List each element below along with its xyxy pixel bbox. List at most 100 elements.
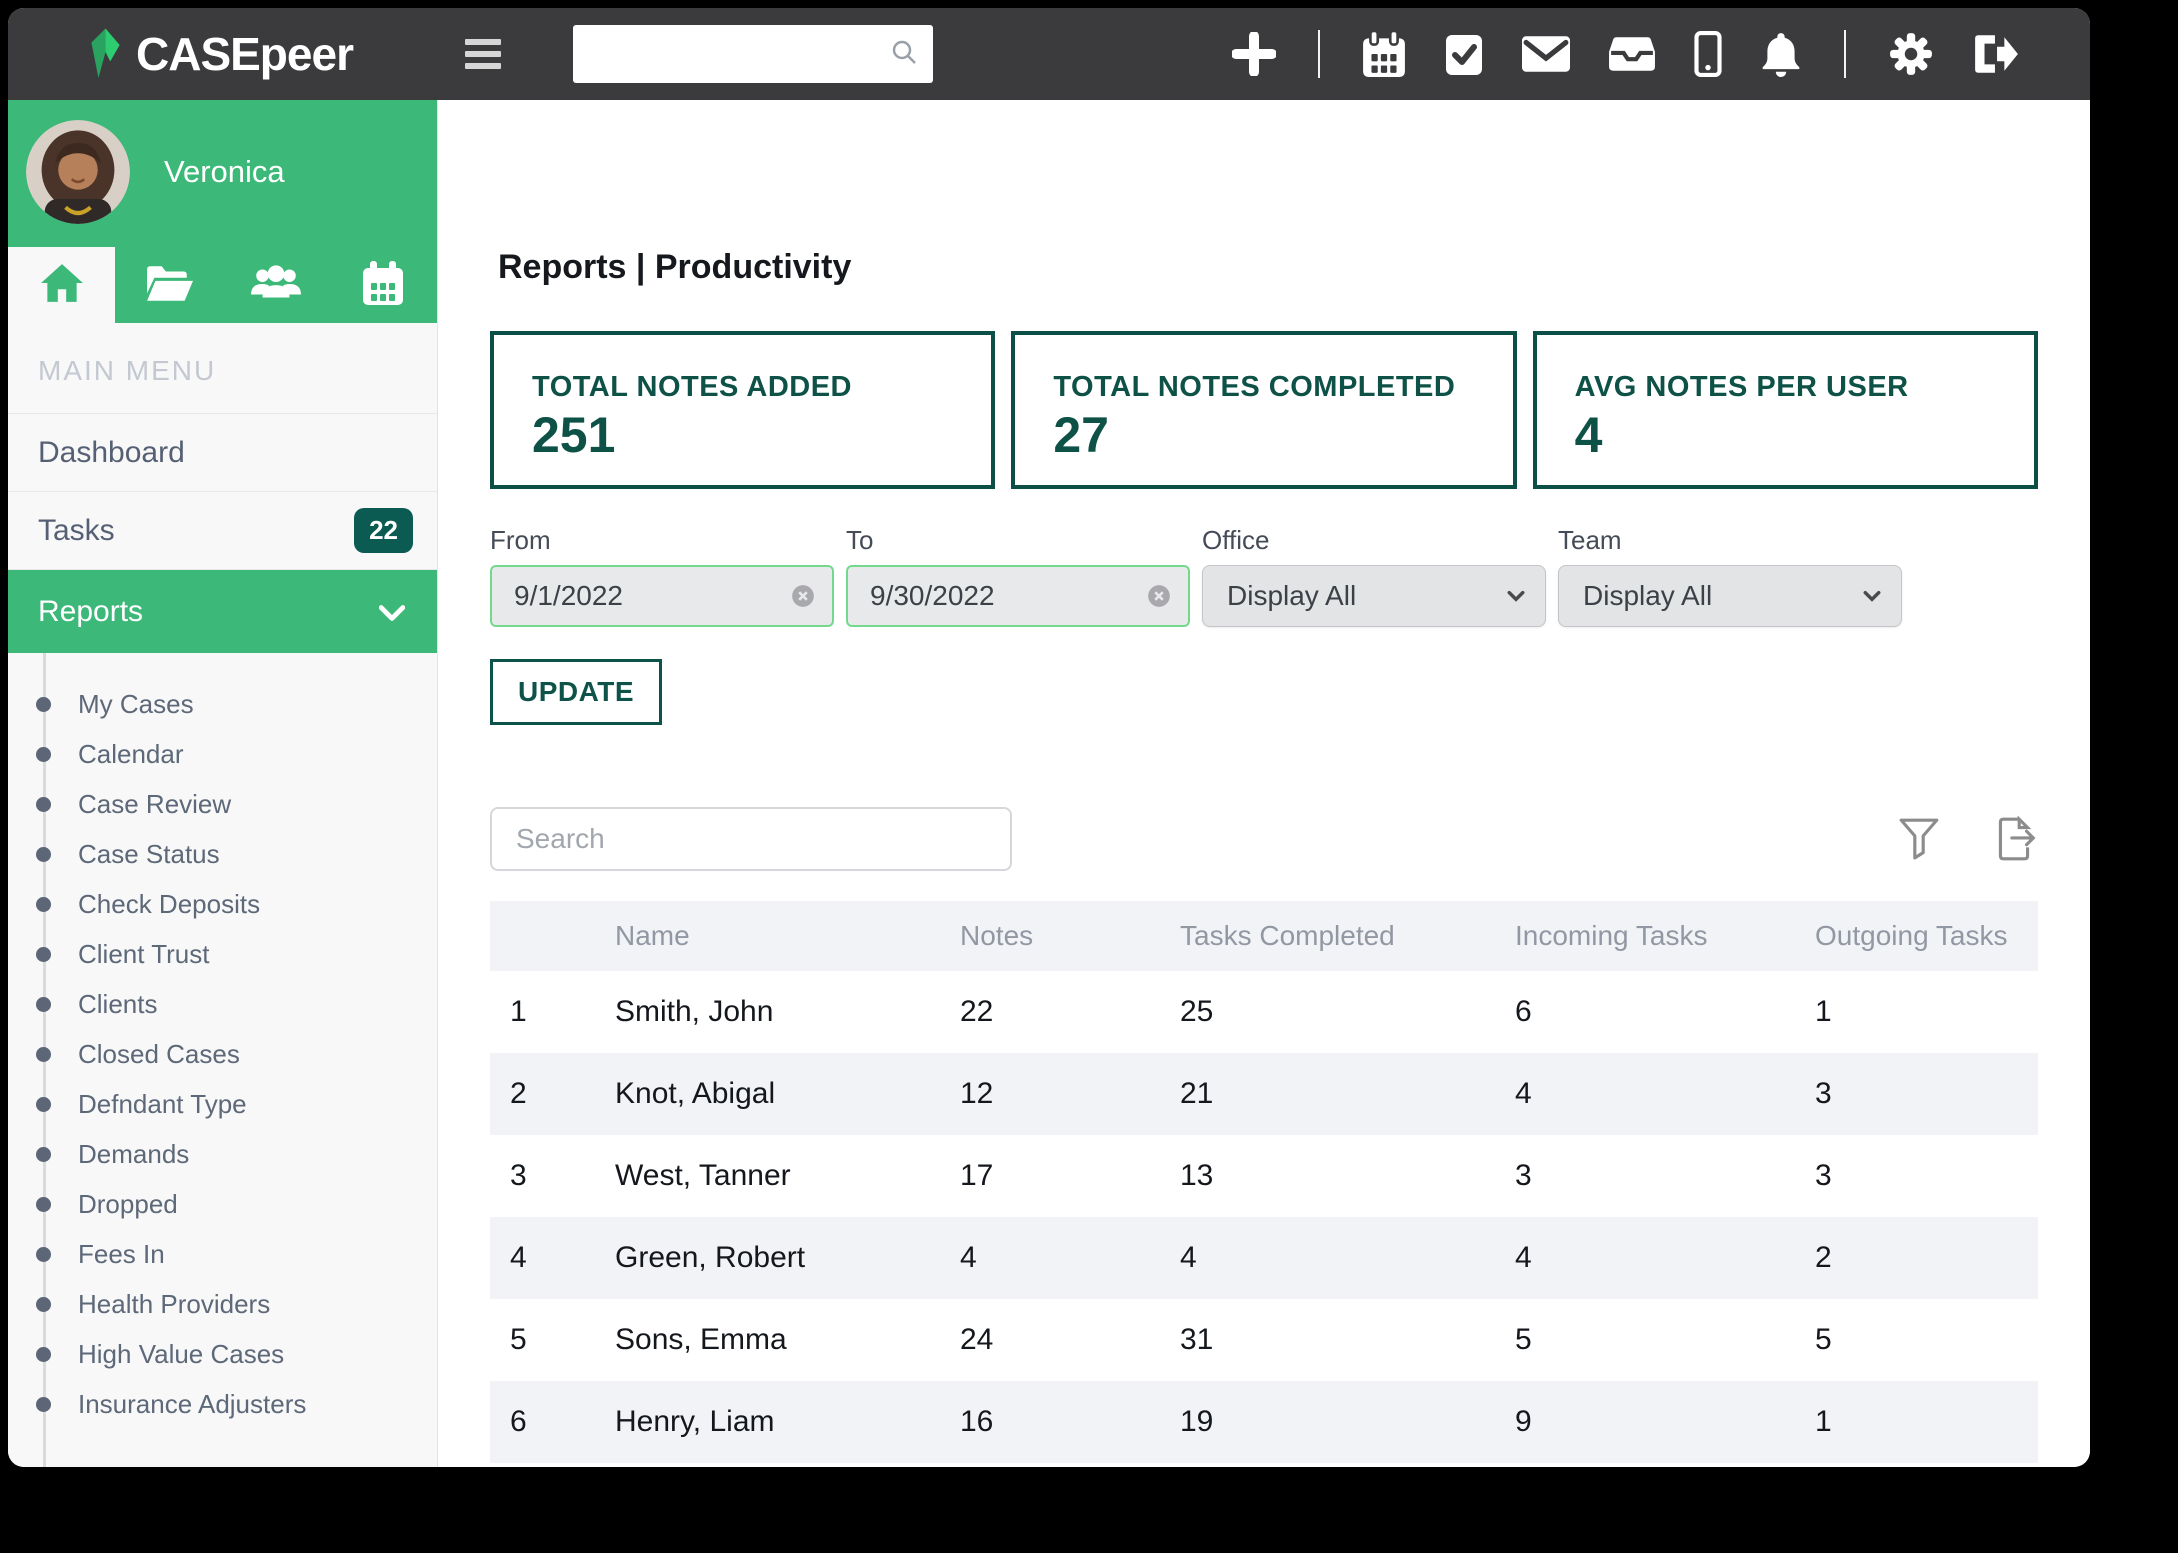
table-row: 1 Smith, John 22 25 6 1 xyxy=(490,971,2038,1053)
submenu-item-label: Closed Cases xyxy=(78,1039,240,1070)
reports-submenu-item[interactable]: Closed Cases xyxy=(8,1029,437,1079)
cell-outgoing-tasks: 1 xyxy=(1795,995,2038,1029)
logout-icon[interactable] xyxy=(1972,31,2020,77)
page-title: Reports | Productivity xyxy=(498,248,2038,287)
cell-outgoing-tasks: 2 xyxy=(1795,1241,2038,1275)
reports-submenu-item[interactable]: Client Trust xyxy=(8,929,437,979)
brand-gem-icon xyxy=(82,26,122,83)
cell-notes: 16 xyxy=(940,1405,1160,1439)
folder-open-icon xyxy=(145,264,193,307)
cell-rank: 3 xyxy=(490,1159,595,1193)
submenu-item-label: Calendar xyxy=(78,739,184,770)
update-button[interactable]: UPDATE xyxy=(490,659,662,725)
reports-submenu-item[interactable]: Calendar xyxy=(8,729,437,779)
reports-submenu-item[interactable]: Insurance Adjusters xyxy=(8,1379,437,1429)
tab-cases[interactable] xyxy=(115,247,222,323)
reports-submenu-item[interactable]: Case Status xyxy=(8,829,437,879)
reports-submenu-item[interactable]: Clients xyxy=(8,979,437,1029)
cell-name: West, Tanner xyxy=(595,1159,940,1193)
reports-submenu-item[interactable]: Health Providers xyxy=(8,1279,437,1329)
team-select-value: Display All xyxy=(1583,580,1712,612)
tasks-check-icon[interactable] xyxy=(1444,31,1484,77)
search-icon xyxy=(889,37,919,72)
cell-outgoing-tasks: 3 xyxy=(1795,1159,2038,1193)
office-select-value: Display All xyxy=(1227,580,1356,612)
tab-contacts[interactable] xyxy=(223,247,330,323)
submenu-item-label: Fees In xyxy=(78,1239,165,1270)
inbox-icon[interactable] xyxy=(1608,35,1656,73)
column-header[interactable]: Notes xyxy=(940,920,1160,952)
cell-incoming-tasks: 9 xyxy=(1495,1405,1795,1439)
app-window: CASEpeer xyxy=(8,8,2090,1467)
table-row: 2 Knot, Abigal 12 21 4 3 xyxy=(490,1053,2038,1135)
user-name: Veronica xyxy=(164,154,285,190)
mail-icon[interactable] xyxy=(1522,36,1570,72)
table-row: 5 Sons, Emma 24 31 5 5 xyxy=(490,1299,2038,1381)
settings-gear-icon[interactable] xyxy=(1888,31,1934,77)
stat-label: TOTAL NOTES ADDED xyxy=(532,371,991,404)
from-date-value: 9/1/2022 xyxy=(514,580,623,612)
user-avatar[interactable] xyxy=(26,120,130,224)
productivity-table: NameNotesTasks CompletedIncoming TasksOu… xyxy=(490,901,2038,1463)
from-date-input[interactable]: 9/1/2022 xyxy=(490,565,834,627)
hamburger-menu-icon[interactable] xyxy=(465,39,501,69)
reports-submenu: My Cases Calendar Case Review Case Statu… xyxy=(8,653,437,1467)
mobile-icon[interactable] xyxy=(1694,31,1722,77)
reports-submenu-item[interactable]: Fees In xyxy=(8,1229,437,1279)
reports-submenu-item[interactable]: Defndant Type xyxy=(8,1079,437,1129)
to-date-input[interactable]: 9/30/2022 xyxy=(846,565,1190,627)
clear-from-date-icon[interactable] xyxy=(790,583,816,609)
reports-submenu-item[interactable]: My Cases xyxy=(8,679,437,729)
sidebar-item-reports[interactable]: Reports xyxy=(8,569,437,653)
team-select[interactable]: Display All xyxy=(1558,565,1902,627)
sidebar-item-dashboard[interactable]: Dashboard xyxy=(8,413,437,491)
sidebar-item-tasks[interactable]: Tasks 22 xyxy=(8,491,437,569)
global-search-input[interactable] xyxy=(573,39,889,70)
sidebar-item-label: Dashboard xyxy=(38,436,185,470)
submenu-item-label: Health Providers xyxy=(78,1289,270,1320)
table-search-input[interactable] xyxy=(490,807,1012,871)
table-row: 4 Green, Robert 4 4 4 2 xyxy=(490,1217,2038,1299)
reports-submenu-item[interactable]: High Value Cases xyxy=(8,1329,437,1379)
office-label: Office xyxy=(1202,525,1546,556)
cell-name: Green, Robert xyxy=(595,1241,940,1275)
submenu-item-label: Client Trust xyxy=(78,939,210,970)
column-header[interactable]: Outgoing Tasks xyxy=(1795,920,2038,952)
cell-outgoing-tasks: 5 xyxy=(1795,1323,2038,1357)
reports-submenu-item[interactable]: Check Deposits xyxy=(8,879,437,929)
calendar-icon[interactable] xyxy=(1362,31,1406,77)
office-select[interactable]: Display All xyxy=(1202,565,1546,627)
cell-tasks-completed: 21 xyxy=(1160,1077,1495,1111)
column-header[interactable]: Name xyxy=(595,920,940,952)
tasks-count-badge: 22 xyxy=(354,508,413,553)
tab-calendar[interactable] xyxy=(330,247,437,323)
brand-logo[interactable]: CASEpeer xyxy=(82,26,353,83)
notifications-bell-icon[interactable] xyxy=(1760,31,1802,77)
column-header[interactable]: Tasks Completed xyxy=(1160,920,1495,952)
users-group-icon xyxy=(250,264,302,307)
reports-submenu-item[interactable]: Case Review xyxy=(8,779,437,829)
cell-outgoing-tasks: 1 xyxy=(1795,1405,2038,1439)
stat-label: AVG NOTES PER USER xyxy=(1575,371,2034,404)
filter-funnel-icon[interactable] xyxy=(1898,817,1940,861)
table-toolbar xyxy=(490,807,2038,871)
chevron-down-icon xyxy=(379,595,405,629)
export-icon[interactable] xyxy=(1990,816,2038,862)
cell-rank: 4 xyxy=(490,1241,595,1275)
cell-notes: 22 xyxy=(940,995,1160,1029)
column-header[interactable]: Incoming Tasks xyxy=(1495,920,1795,952)
reports-submenu-item[interactable]: Dropped xyxy=(8,1179,437,1229)
team-label: Team xyxy=(1558,525,1902,556)
submenu-item-label: Case Status xyxy=(78,839,220,870)
table-row: 6 Henry, Liam 16 19 9 1 xyxy=(490,1381,2038,1463)
to-label: To xyxy=(846,525,1190,556)
tab-home[interactable] xyxy=(8,247,115,323)
sidebar: Veronica xyxy=(8,100,438,1467)
clear-to-date-icon[interactable] xyxy=(1146,583,1172,609)
reports-submenu-item[interactable]: Demands xyxy=(8,1129,437,1179)
add-icon[interactable] xyxy=(1232,32,1276,76)
cell-notes: 24 xyxy=(940,1323,1160,1357)
submenu-item-label: High Value Cases xyxy=(78,1339,284,1370)
submenu-item-label: Clients xyxy=(78,989,157,1020)
table-header-row: NameNotesTasks CompletedIncoming TasksOu… xyxy=(490,901,2038,971)
